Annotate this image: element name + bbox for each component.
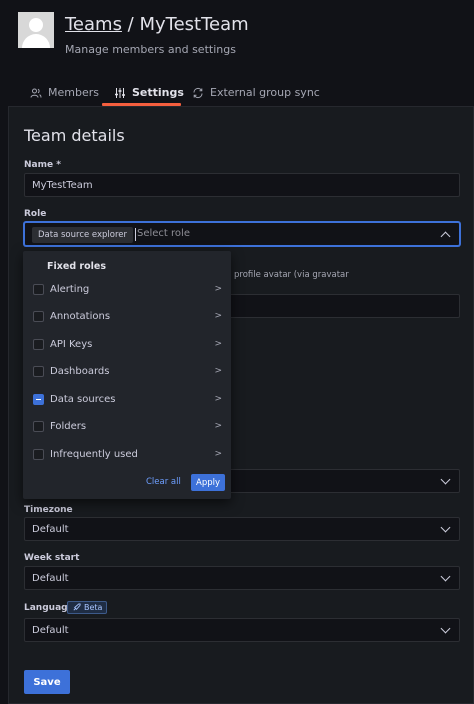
teams-breadcrumb-link[interactable]: Teams bbox=[65, 14, 122, 35]
chevron-right-icon[interactable]: > bbox=[214, 421, 222, 431]
checkbox[interactable] bbox=[33, 420, 44, 432]
chevron-down-icon[interactable] bbox=[440, 522, 451, 533]
checkbox[interactable] bbox=[33, 310, 44, 322]
rocket-icon bbox=[73, 603, 81, 611]
role-chip-data-source-explorer[interactable]: Data source explorer bbox=[32, 227, 134, 243]
fixed-roles-header: Fixed roles bbox=[47, 261, 106, 272]
language-value: Default bbox=[32, 624, 69, 636]
tab-settings[interactable]: Settings bbox=[114, 86, 184, 99]
beta-badge: Beta bbox=[67, 601, 108, 614]
save-button[interactable]: Save bbox=[24, 670, 70, 694]
chevron-right-icon[interactable]: > bbox=[214, 311, 222, 321]
role-option-infrequently-used[interactable]: Infrequently used > bbox=[23, 442, 231, 466]
role-option-label: API Keys bbox=[50, 338, 93, 350]
role-dropdown-menu: Fixed roles Alerting > Annotations > API… bbox=[23, 251, 231, 499]
role-label: Role bbox=[24, 209, 47, 219]
sliders-icon bbox=[115, 87, 125, 98]
role-option-alerting[interactable]: Alerting > bbox=[23, 277, 231, 301]
chevron-right-icon[interactable]: > bbox=[214, 339, 222, 349]
chevron-right-icon[interactable]: > bbox=[214, 449, 222, 459]
checkbox[interactable] bbox=[33, 283, 44, 295]
name-label: Name * bbox=[24, 160, 61, 170]
apply-button[interactable]: Apply bbox=[191, 474, 225, 491]
language-select[interactable]: Default bbox=[24, 618, 460, 642]
checkbox[interactable] bbox=[33, 338, 44, 350]
sync-icon bbox=[193, 87, 203, 98]
team-avatar bbox=[18, 12, 54, 48]
users-icon bbox=[30, 88, 42, 98]
checkbox[interactable] bbox=[33, 448, 44, 460]
tab-members-label: Members bbox=[48, 86, 99, 99]
role-option-label: Annotations bbox=[50, 310, 111, 322]
tab-external-group-sync-label: External group sync bbox=[210, 86, 320, 99]
role-option-dashboards[interactable]: Dashboards > bbox=[23, 359, 231, 383]
chevron-down-icon[interactable] bbox=[440, 571, 451, 582]
tab-members[interactable]: Members bbox=[30, 86, 99, 99]
role-option-label: Folders bbox=[50, 420, 87, 432]
tab-settings-label: Settings bbox=[132, 86, 184, 99]
role-option-label: Data sources bbox=[50, 393, 116, 405]
text-caret bbox=[135, 228, 136, 241]
week-start-label: Week start bbox=[24, 553, 80, 563]
section-title: Team details bbox=[24, 126, 125, 145]
week-start-value: Default bbox=[32, 572, 69, 584]
chevron-up-icon[interactable] bbox=[440, 231, 451, 242]
timezone-select[interactable]: Default bbox=[24, 517, 460, 541]
role-option-api-keys[interactable]: API Keys > bbox=[23, 332, 231, 356]
breadcrumb-separator: / bbox=[121, 14, 140, 35]
dropdown-footer: Clear all Apply bbox=[23, 474, 231, 499]
beta-badge-label: Beta bbox=[84, 603, 103, 612]
role-option-annotations[interactable]: Annotations > bbox=[23, 304, 231, 328]
role-placeholder: Select role bbox=[137, 228, 190, 239]
page-subtitle: Manage members and settings bbox=[65, 43, 236, 56]
chevron-down-icon[interactable] bbox=[440, 623, 451, 634]
email-helper-text: profile avatar (via gravatar bbox=[234, 270, 349, 280]
timezone-value: Default bbox=[32, 523, 69, 535]
checkbox-partial[interactable] bbox=[33, 393, 44, 405]
team-name: MyTestTeam bbox=[139, 14, 249, 35]
name-input[interactable]: MyTestTeam bbox=[24, 173, 460, 197]
timezone-label: Timezone bbox=[24, 505, 73, 515]
clear-all-button[interactable]: Clear all bbox=[146, 477, 181, 487]
tab-bar: Members Settings External group sync bbox=[0, 80, 474, 106]
tab-external-group-sync[interactable]: External group sync bbox=[192, 86, 320, 99]
chevron-right-icon[interactable]: > bbox=[214, 394, 222, 404]
role-option-label: Infrequently used bbox=[50, 448, 138, 460]
role-option-label: Dashboards bbox=[50, 365, 110, 377]
checkbox[interactable] bbox=[33, 365, 44, 377]
role-option-data-sources[interactable]: Data sources > bbox=[23, 387, 231, 411]
chevron-right-icon[interactable]: > bbox=[214, 366, 222, 376]
name-input-value: MyTestTeam bbox=[32, 179, 93, 191]
week-start-select[interactable]: Default bbox=[24, 566, 460, 590]
chevron-right-icon[interactable]: > bbox=[214, 284, 222, 294]
role-select[interactable]: Data source explorer Select role bbox=[24, 222, 460, 246]
page-title: Teams / MyTestTeam bbox=[65, 14, 249, 35]
role-option-folders[interactable]: Folders > bbox=[23, 414, 231, 438]
chevron-down-icon[interactable] bbox=[440, 474, 451, 485]
role-option-label: Alerting bbox=[50, 283, 90, 295]
